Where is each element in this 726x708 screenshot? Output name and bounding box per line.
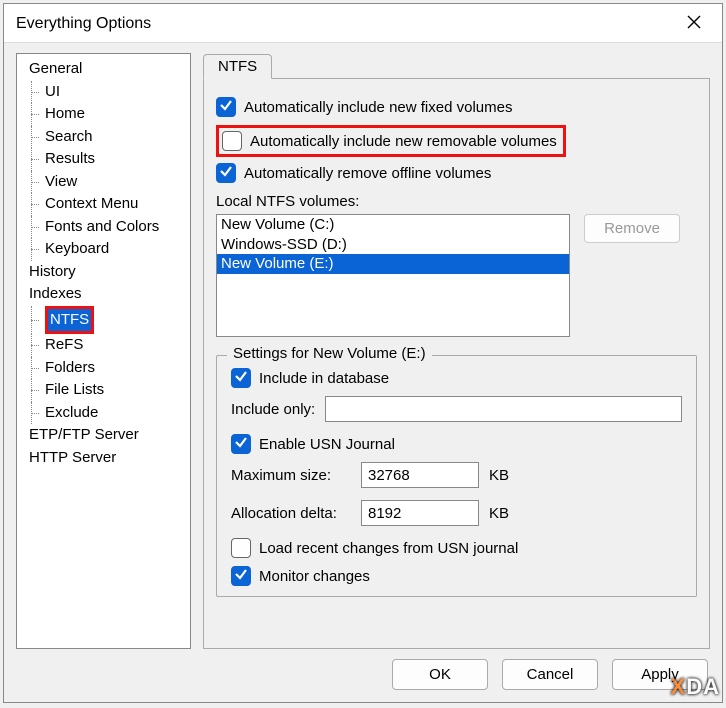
tree-item-search[interactable]: Search [17,126,190,149]
tree-item-label: File Lists [45,381,104,398]
window-title: Everything Options [16,15,151,33]
label-enable-usn: Enable USN Journal [259,436,395,453]
tree-item-label: Context Menu [45,195,138,212]
ok-button[interactable]: OK [392,659,488,690]
check-icon [234,435,248,453]
tree-item-label: UI [45,83,60,100]
close-button[interactable] [674,11,714,37]
volumes-label: Local NTFS volumes: [216,193,697,210]
tree-item-label: Results [45,150,95,167]
label-alloc-delta: Allocation delta: [231,505,351,522]
check-icon [234,567,248,585]
tree-item-label: Exclude [45,404,98,421]
close-icon [687,15,701,34]
row-auto-offline: Automatically remove offline volumes [216,163,697,183]
label-include-only: Include only: [231,401,315,418]
row-enable-usn: Enable USN Journal [231,434,682,454]
volume-settings-group: Settings for New Volume (E:) Include in … [216,355,697,597]
label-auto-fixed: Automatically include new fixed volumes [244,99,512,116]
tree-item-label: View [45,173,77,190]
row-include-db: Include in database [231,368,682,388]
tree-item-file-lists[interactable]: File Lists [17,379,190,402]
checkbox-auto-offline[interactable] [216,163,236,183]
tab-strip: NTFS [203,53,710,79]
checkbox-include-db[interactable] [231,368,251,388]
remove-button[interactable]: Remove [584,214,680,243]
tree-item-history[interactable]: History [17,261,190,284]
tab-ntfs[interactable]: NTFS [203,54,272,79]
tree-item-view[interactable]: View [17,171,190,194]
tree-item-highlight: NTFS [45,306,94,335]
tree-item-label: Keyboard [45,240,109,257]
tree-item-label: Home [45,105,85,122]
apply-button[interactable]: Apply [612,659,708,690]
checkbox-load-recent[interactable] [231,538,251,558]
tree-item-general[interactable]: General [17,58,190,81]
row-auto-removable-highlight: Automatically include new removable volu… [216,125,566,157]
ntfs-panel: Automatically include new fixed volumes … [203,79,710,649]
volumes-listbox[interactable]: New Volume (C:)Windows-SSD (D:)New Volum… [216,214,570,337]
tree-item-results[interactable]: Results [17,148,190,171]
row-monitor: Monitor changes [231,566,682,586]
tree-item-etp-ftp-server[interactable]: ETP/FTP Server [17,424,190,447]
tree-item-http-server[interactable]: HTTP Server [17,447,190,470]
label-max-size: Maximum size: [231,467,351,484]
volume-item[interactable]: Windows-SSD (D:) [217,235,569,255]
check-icon [219,164,233,182]
titlebar: Everything Options [4,4,722,43]
checkbox-auto-fixed[interactable] [216,97,236,117]
volume-item[interactable]: New Volume (E:) [217,254,569,274]
tree-item-label: Indexes [29,285,82,302]
tree-item-refs[interactable]: ReFS [17,334,190,357]
category-tree[interactable]: General UI Home Search Results View Context Me… [16,53,191,649]
tree-item-fonts-and-colors[interactable]: Fonts and Colors [17,216,190,239]
tree-item-keyboard[interactable]: Keyboard [17,238,190,261]
row-include-only: Include only: [231,396,682,422]
tree-item-ui[interactable]: UI [17,81,190,104]
row-max-size: Maximum size: KB [231,462,682,488]
cancel-button[interactable]: Cancel [502,659,598,690]
check-icon [219,98,233,116]
tree-item-label: ReFS [45,336,83,353]
tree-item-ntfs[interactable]: NTFS [17,306,190,335]
dialog-body: General UI Home Search Results View Context Me… [4,43,722,649]
tree-item-label: HTTP Server [29,449,116,466]
content-pane: NTFS Automatically include new fixed vol… [203,53,710,649]
volume-item[interactable]: New Volume (C:) [217,215,569,235]
tree-item-label: NTFS [48,309,91,332]
input-alloc-delta[interactable] [361,500,479,526]
row-alloc-delta: Allocation delta: KB [231,500,682,526]
tree-item-context-menu[interactable]: Context Menu [17,193,190,216]
row-load-recent: Load recent changes from USN journal [231,538,682,558]
checkbox-monitor[interactable] [231,566,251,586]
label-monitor: Monitor changes [259,568,370,585]
volumes-row: New Volume (C:)Windows-SSD (D:)New Volum… [216,214,697,337]
tree-item-label: ETP/FTP Server [29,426,139,443]
unit-alloc-delta: KB [489,505,509,522]
label-include-db: Include in database [259,370,389,387]
label-auto-removable: Automatically include new removable volu… [250,133,557,150]
tree-item-label: History [29,263,76,280]
options-dialog: Everything Options General UI Home Search Re… [3,3,723,703]
volume-settings-legend: Settings for New Volume (E:) [227,345,432,362]
check-icon [234,369,248,387]
tree-item-home[interactable]: Home [17,103,190,126]
tree-item-label: General [29,60,82,77]
tree-item-folders[interactable]: Folders [17,357,190,380]
dialog-footer: OK Cancel Apply [4,649,722,702]
tree-item-exclude[interactable]: Exclude [17,402,190,425]
label-load-recent: Load recent changes from USN journal [259,540,518,557]
checkbox-enable-usn[interactable] [231,434,251,454]
input-max-size[interactable] [361,462,479,488]
tree-item-indexes[interactable]: Indexes [17,283,190,306]
tree-item-label: Search [45,128,93,145]
checkbox-auto-removable[interactable] [222,131,242,151]
unit-max-size: KB [489,467,509,484]
label-auto-offline: Automatically remove offline volumes [244,165,491,182]
tree-item-label: Folders [45,359,95,376]
row-auto-fixed: Automatically include new fixed volumes [216,97,697,117]
tree-item-label: Fonts and Colors [45,218,159,235]
input-include-only[interactable] [325,396,682,422]
